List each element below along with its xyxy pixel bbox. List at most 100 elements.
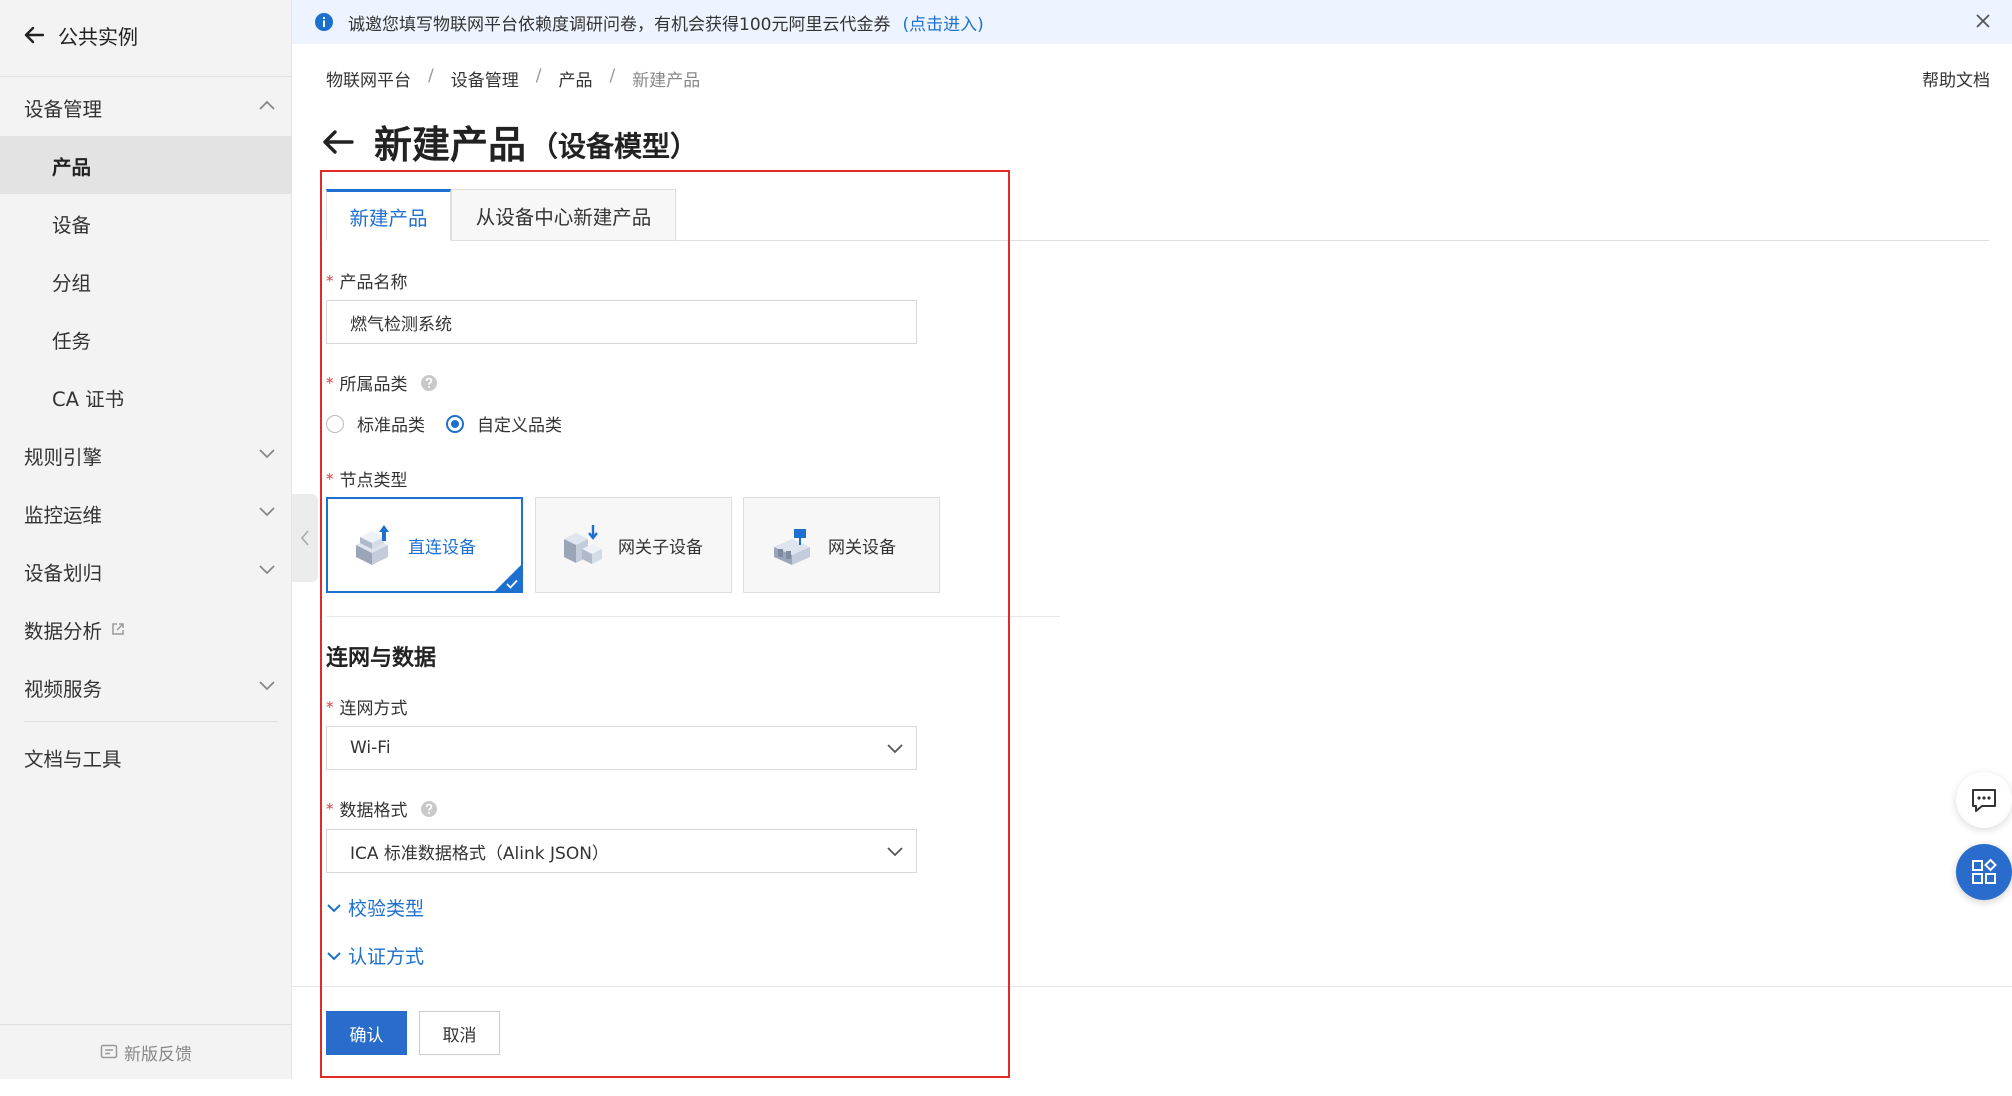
survey-banner: 诚邀您填写物联网平台依赖度调研问卷，有机会获得100元阿里云代金券 (点击进入)	[292, 0, 2012, 44]
card-label: 网关设备	[828, 537, 896, 558]
sidebar-item-label: 产品	[52, 155, 92, 179]
sidebar-item-group[interactable]: 分组	[0, 252, 292, 310]
confirm-button[interactable]: 确认	[326, 1011, 407, 1055]
gateway-device-icon	[774, 529, 810, 565]
chat-button[interactable]	[1956, 772, 2012, 828]
sidebar-divider	[0, 76, 292, 77]
required-marker: *	[326, 373, 334, 392]
check-icon	[506, 579, 518, 589]
sidebar-group-rule-engine[interactable]: 规则引擎	[0, 426, 292, 484]
chevron-down-icon	[259, 681, 275, 691]
page-title-sub: （设备模型）	[530, 129, 699, 163]
expander-label: 校验类型	[348, 898, 425, 920]
data-format-select[interactable]: ICA 标准数据格式（Alink JSON）	[326, 829, 917, 873]
sidebar-item-label: 分组	[52, 271, 92, 295]
back-label: 公共实例	[58, 24, 138, 49]
banner-text: 诚邀您填写物联网平台依赖度调研问卷，有机会获得100元阿里云代金券	[348, 14, 891, 35]
sidebar-item-ca-cert[interactable]: CA 证书	[0, 368, 292, 426]
input-value: 燃气检测系统	[350, 314, 452, 335]
product-name-input[interactable]: 燃气检测系统	[326, 300, 917, 344]
verify-type-expander[interactable]: 校验类型	[326, 894, 424, 921]
chevron-down-icon	[327, 903, 341, 912]
page-title: 新建产品 （设备模型）	[322, 114, 698, 169]
node-type-gateway-sub-device[interactable]: 网关子设备	[535, 497, 732, 593]
radio-label: 标准品类	[357, 416, 425, 436]
sidebar-item-label: CA 证书	[52, 387, 125, 411]
chevron-up-icon	[259, 100, 275, 110]
section-divider	[326, 616, 1060, 617]
tab-new-product[interactable]: 新建产品	[326, 189, 451, 241]
close-icon[interactable]	[1974, 12, 1992, 30]
back-arrow-icon[interactable]	[322, 129, 354, 155]
sidebar-group-video-service[interactable]: 视频服务	[0, 658, 292, 716]
sidebar-collapse-handle[interactable]	[292, 494, 318, 582]
breadcrumb-separator: /	[535, 66, 542, 86]
node-type-gateway-device[interactable]: 网关设备	[743, 497, 940, 593]
arrow-left-icon	[24, 26, 44, 44]
sidebar-item-label: 设备	[52, 213, 92, 237]
required-marker: *	[326, 469, 334, 488]
banner-link[interactable]: (点击进入)	[902, 10, 983, 35]
field-label: 数据格式	[339, 801, 408, 821]
radio-standard-category[interactable]: 标准品类	[326, 411, 425, 436]
expander-label: 认证方式	[348, 946, 425, 968]
network-label: * 连网方式	[326, 694, 408, 720]
field-label: 产品名称	[339, 273, 408, 293]
sidebar-group-label: 监控运维	[24, 503, 103, 527]
back-to-instance[interactable]: 公共实例	[24, 20, 138, 50]
apps-icon	[1972, 858, 1997, 884]
help-icon[interactable]	[420, 374, 438, 392]
sidebar-group-device-management[interactable]: 设备管理	[0, 78, 292, 136]
breadcrumb-separator: /	[609, 66, 616, 86]
feedback-icon	[100, 1044, 118, 1059]
tab-label: 从设备中心新建产品	[475, 205, 652, 229]
sidebar-group-label: 视频服务	[24, 677, 103, 701]
sidebar-group-monitoring[interactable]: 监控运维	[0, 484, 292, 542]
sidebar-item-data-analysis[interactable]: 数据分析	[0, 600, 292, 658]
sidebar-item-product[interactable]: 产品	[0, 136, 292, 194]
data-format-label: * 数据格式	[326, 796, 438, 821]
feedback-label: 新版反馈	[124, 1044, 192, 1065]
sidebar-item-label: 任务	[52, 329, 92, 353]
node-type-direct-device[interactable]: 直连设备	[326, 497, 523, 593]
breadcrumb-separator: /	[428, 66, 434, 86]
select-value: ICA 标准数据格式（Alink JSON）	[350, 843, 609, 864]
page-title-main: 新建产品	[374, 123, 527, 167]
help-docs-link[interactable]: 帮助文档	[1922, 66, 1990, 91]
breadcrumb-item[interactable]: 产品	[558, 66, 592, 91]
breadcrumb-item[interactable]: 物联网平台	[326, 66, 411, 91]
radio-custom-category[interactable]: 自定义品类	[446, 411, 562, 436]
card-label: 直连设备	[408, 537, 476, 558]
sidebar-group-label: 数据分析	[24, 619, 103, 643]
sidebar-item-docs-tools[interactable]: 文档与工具	[0, 728, 292, 786]
tab-from-device-center[interactable]: 从设备中心新建产品	[451, 189, 676, 241]
sidebar-divider	[24, 721, 278, 722]
radio-label: 自定义品类	[477, 416, 562, 436]
section-title: 连网与数据	[326, 646, 437, 671]
card-label: 网关子设备	[618, 537, 703, 558]
required-marker: *	[326, 271, 334, 290]
breadcrumb-item[interactable]: 设备管理	[451, 66, 519, 91]
node-type-label: * 节点类型	[326, 466, 408, 492]
chevron-left-icon	[300, 530, 309, 546]
sidebar-item-device[interactable]: 设备	[0, 194, 292, 252]
external-link-icon	[112, 623, 124, 635]
product-name-label: * 产品名称	[326, 268, 408, 294]
apps-button[interactable]	[1956, 844, 2012, 900]
cancel-button[interactable]: 取消	[419, 1011, 500, 1055]
sidebar-group-device-assignment[interactable]: 设备划归	[0, 542, 292, 600]
sidebar-group-label: 规则引擎	[24, 445, 103, 469]
help-icon[interactable]	[420, 800, 438, 818]
breadcrumb-current: 新建产品	[632, 71, 701, 91]
auth-method-expander[interactable]: 认证方式	[326, 942, 424, 969]
footer-divider	[292, 986, 2012, 987]
sidebar-item-task[interactable]: 任务	[0, 310, 292, 368]
feedback-button[interactable]: 新版反馈	[0, 1024, 292, 1079]
field-label: 连网方式	[339, 699, 408, 719]
chevron-down-icon	[327, 951, 341, 960]
select-value: Wi-Fi	[350, 738, 391, 758]
network-select[interactable]: Wi-Fi	[326, 726, 917, 770]
direct-device-icon	[356, 525, 389, 565]
required-marker: *	[326, 799, 334, 818]
chat-icon	[1972, 789, 1996, 812]
